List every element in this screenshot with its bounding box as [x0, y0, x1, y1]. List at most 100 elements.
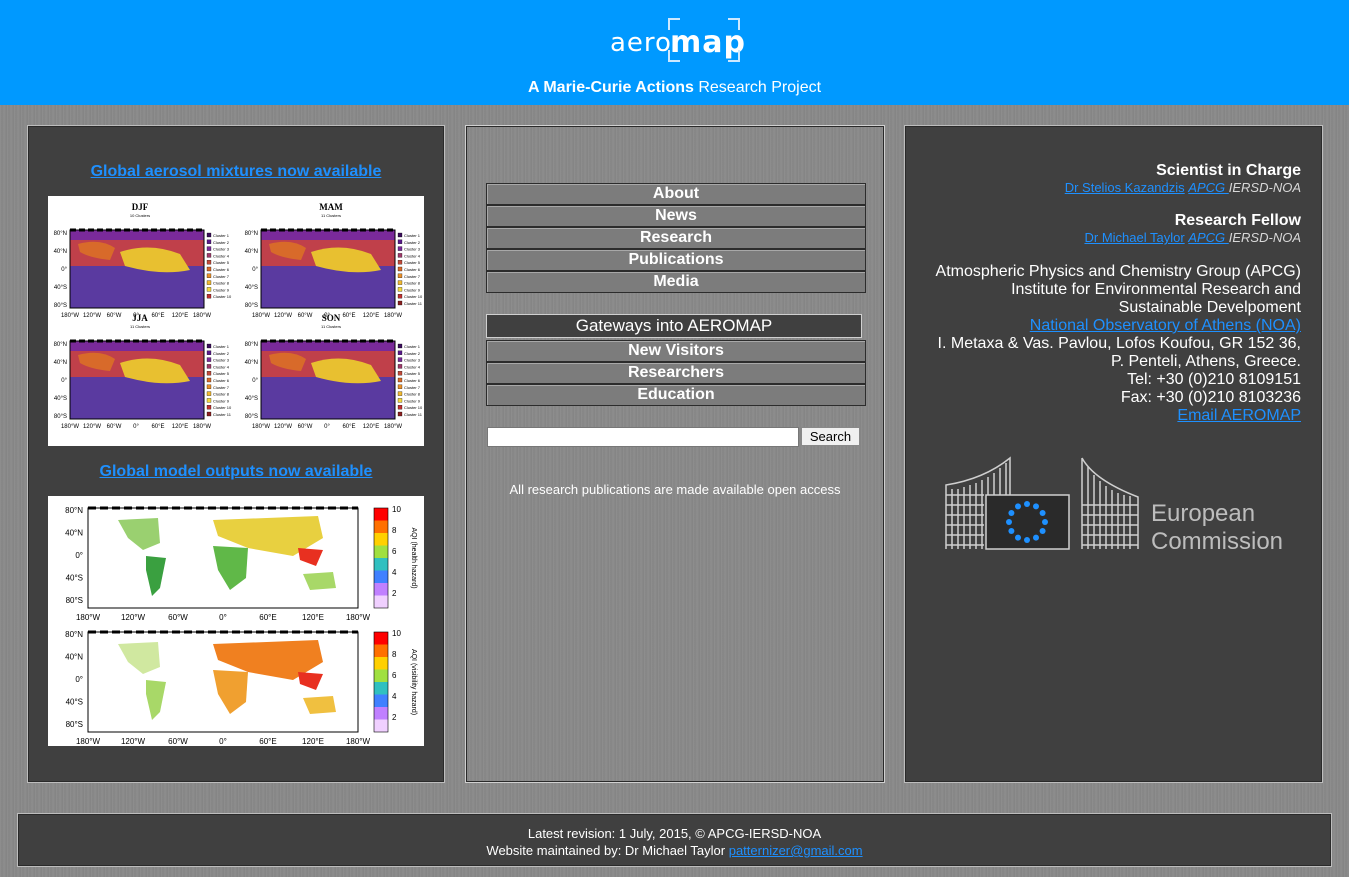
- aerosol-mixtures-figure[interactable]: DJF 10 Clusters 80°N 40°N 0° 40°S 80°S 180°W 120…: [48, 196, 424, 446]
- legend-label: Cluster 5: [213, 371, 230, 376]
- scientist-name-link[interactable]: Dr Stelios Kazandzis: [1065, 180, 1185, 195]
- gateway-new-visitors[interactable]: New Visitors: [486, 340, 866, 362]
- legend-label: Cluster 3: [404, 358, 421, 363]
- legend-label: Cluster 10: [404, 294, 423, 299]
- legend-swatch: [206, 260, 212, 265]
- footer: Latest revision: 1 July, 2015, © APCG-IE…: [17, 813, 1332, 867]
- search-button[interactable]: Search: [801, 427, 860, 446]
- legend-swatch: [206, 280, 212, 285]
- lon-tick: 0°: [324, 424, 330, 430]
- nav-news[interactable]: News: [486, 205, 866, 227]
- ec-star-icon: [1039, 510, 1046, 516]
- colorbar-tick: 6: [392, 547, 397, 556]
- legend-swatch: [397, 294, 403, 299]
- lon-tick: 180°W: [384, 424, 402, 430]
- lat-tick: 40°N: [54, 249, 67, 255]
- gateway-researchers[interactable]: Researchers: [486, 362, 866, 384]
- lat-tick: 80°S: [66, 596, 83, 605]
- fellow-block: Research Fellow Dr Michael Taylor APCG I…: [1084, 212, 1301, 245]
- fellow-name-link[interactable]: Dr Michael Taylor: [1084, 230, 1184, 245]
- nav-about[interactable]: About: [486, 183, 866, 205]
- season-subtitle: 11 Clusters: [321, 213, 341, 218]
- season-title: DJF: [132, 202, 149, 212]
- lon-tick: 120°W: [83, 424, 101, 430]
- lon-tick: 120°W: [83, 313, 101, 319]
- legend-label: Cluster 11: [404, 301, 423, 306]
- lon-tick: 60°W: [168, 613, 188, 622]
- legend-label: Cluster 7: [213, 274, 230, 279]
- legend-swatch: [206, 371, 212, 376]
- lat-tick: 80°S: [54, 414, 67, 420]
- legend-label: Cluster 2: [404, 240, 421, 245]
- address-block: Atmospheric Physics and Chemistry Group …: [936, 263, 1301, 425]
- fax-line: Fax: +30 (0)210 8103236: [1120, 389, 1301, 406]
- lon-tick: 180°W: [193, 424, 211, 430]
- fellow-apcg-link[interactable]: APCG: [1188, 230, 1228, 245]
- gateways-heading: Gateways into AEROMAP: [486, 314, 862, 338]
- address-line: Institute for Environmental Research and: [1011, 281, 1301, 298]
- lat-tick: 40°N: [245, 249, 258, 255]
- colorbar-segment: [374, 707, 388, 720]
- legend-label: Cluster 6: [213, 267, 230, 272]
- colorbar-segment: [374, 508, 388, 521]
- legend-swatch: [397, 411, 403, 417]
- ec-building-icon: European Commission: [945, 456, 1283, 555]
- maintainer-email-link[interactable]: patternizer@gmail.com: [729, 843, 863, 858]
- colorbar-segment: [374, 632, 388, 645]
- colorbar-segment: [374, 694, 388, 707]
- logo-prefix: aero: [610, 28, 672, 58]
- colorbar-tick: 8: [392, 526, 397, 535]
- lat-tick: 0°: [61, 267, 67, 273]
- season-map: JJA11 Clusters 80°N 40°N 0° 40°S 80°S 180°W 120…: [54, 313, 232, 430]
- model-outputs-figure[interactable]: 80°N 40°N 0° 40°S 80°S 180°W 120°W 60°W 0° 60°E 12…: [48, 496, 424, 746]
- legend-label: Cluster 1: [213, 233, 230, 238]
- fellow-org: IERSD-NOA: [1228, 230, 1301, 245]
- legend-swatch: [206, 294, 212, 299]
- legend-label: Cluster 4: [404, 364, 421, 369]
- nav-media[interactable]: Media: [486, 271, 866, 293]
- colorbar-segment: [374, 583, 388, 596]
- legend-swatch: [397, 280, 403, 285]
- lon-tick: 60°W: [298, 424, 313, 430]
- legend-swatch: [206, 411, 212, 417]
- lon-tick: 60°W: [298, 313, 313, 319]
- nav-publications[interactable]: Publications: [486, 249, 866, 271]
- logo-bracket-icon: [728, 18, 740, 30]
- colorbar-segment: [374, 533, 388, 546]
- legend-swatch: [206, 391, 212, 396]
- gateway-education[interactable]: Education: [486, 384, 866, 406]
- model-outputs-link[interactable]: Global model outputs now available: [28, 463, 444, 481]
- lat-tick: 80°N: [65, 506, 83, 515]
- legend-swatch: [206, 246, 212, 251]
- aeromap-logo[interactable]: aero map: [610, 18, 745, 62]
- address-line: Sustainable Develpoment: [1118, 299, 1301, 316]
- legend-label: Cluster 8: [213, 281, 230, 286]
- colorbar-tick: 8: [392, 650, 397, 659]
- legend-label: Cluster 8: [404, 281, 421, 286]
- nav-research[interactable]: Research: [486, 227, 866, 249]
- legend-label: Cluster 10: [404, 405, 423, 410]
- legend-label: Cluster 4: [213, 364, 230, 369]
- lon-tick: 60°E: [342, 313, 355, 319]
- legend-swatch: [397, 273, 403, 278]
- noa-link[interactable]: National Observatory of Athens (NOA): [1030, 317, 1301, 334]
- legend-swatch: [397, 253, 403, 258]
- lat-tick: 80°S: [245, 414, 258, 420]
- european-commission-logo[interactable]: European Commission: [944, 455, 1304, 555]
- legend-swatch: [397, 377, 403, 383]
- aerosol-mixtures-link[interactable]: Global aerosol mixtures now available: [28, 163, 444, 181]
- colorbar-segment: [374, 669, 388, 682]
- colorbar-segment: [374, 558, 388, 571]
- lat-tick: 40°N: [245, 360, 258, 366]
- search-input[interactable]: [487, 427, 799, 447]
- legend-swatch: [206, 273, 212, 278]
- legend-label: Cluster 10: [213, 405, 232, 410]
- scientist-apcg-link[interactable]: APCG: [1188, 180, 1228, 195]
- email-aeromap-link[interactable]: Email AEROMAP: [1177, 407, 1301, 424]
- legend-swatch: [206, 287, 212, 292]
- colorbar-label: AQI (visibility hazard): [410, 649, 417, 715]
- legend-swatch: [397, 287, 403, 292]
- legend-label: Cluster 1: [404, 233, 421, 238]
- legend-swatch: [206, 253, 212, 258]
- colorbar-tick: 4: [392, 692, 397, 701]
